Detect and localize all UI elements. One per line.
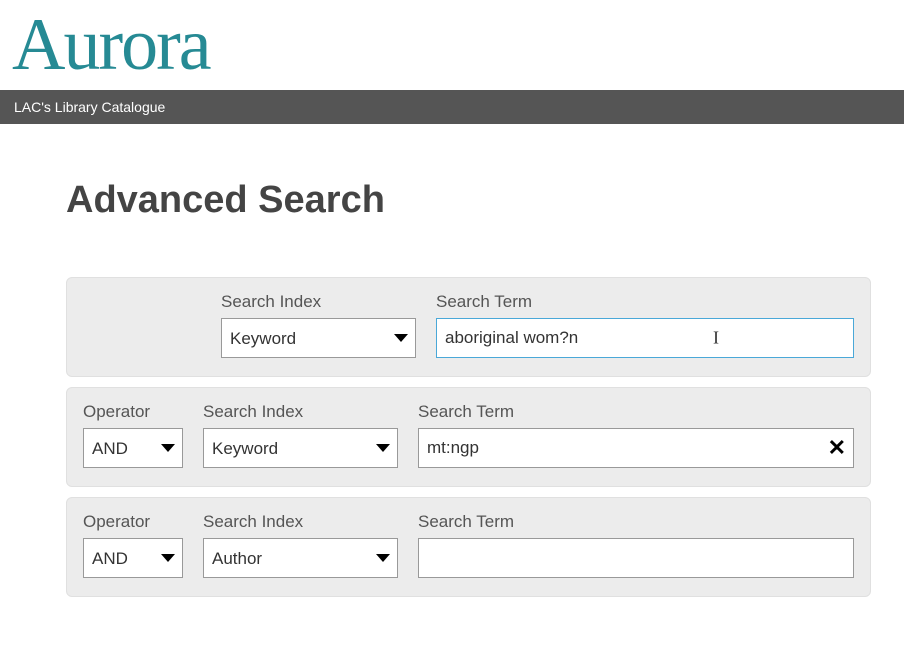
operator-select[interactable]: AND [83,428,183,468]
operator-select[interactable]: AND [83,538,183,578]
search-row: Operator AND Search Index Author Search … [66,497,871,597]
search-index-select[interactable]: Author [203,538,398,578]
search-index-label: Search Index [203,512,398,532]
search-index-label: Search Index [203,402,398,422]
operator-label: Operator [83,402,183,422]
search-index-select[interactable]: Keyword [221,318,416,358]
page-title: Advanced Search [66,179,838,222]
nav-label: LAC's Library Catalogue [14,99,165,115]
search-term-input[interactable] [418,538,854,578]
search-row: Operator AND Search Index Keyword Search… [66,387,871,487]
search-term-label: Search Term [418,512,854,532]
close-icon[interactable]: ✕ [828,437,846,459]
search-index-label: Search Index [221,292,416,312]
search-term-label: Search Term [436,292,854,312]
search-term-label: Search Term [418,402,854,422]
search-index-select[interactable]: Keyword [203,428,398,468]
advanced-search-panel: Search Index Keyword Search Term I Opera… [66,277,871,597]
search-row: Search Index Keyword Search Term I [66,277,871,377]
logo: Aurora [0,0,904,90]
nav-bar: LAC's Library Catalogue [0,90,904,124]
search-term-input[interactable] [436,318,854,358]
logo-text: Aurora [12,3,210,88]
search-term-input[interactable] [418,428,854,468]
operator-label: Operator [83,512,183,532]
